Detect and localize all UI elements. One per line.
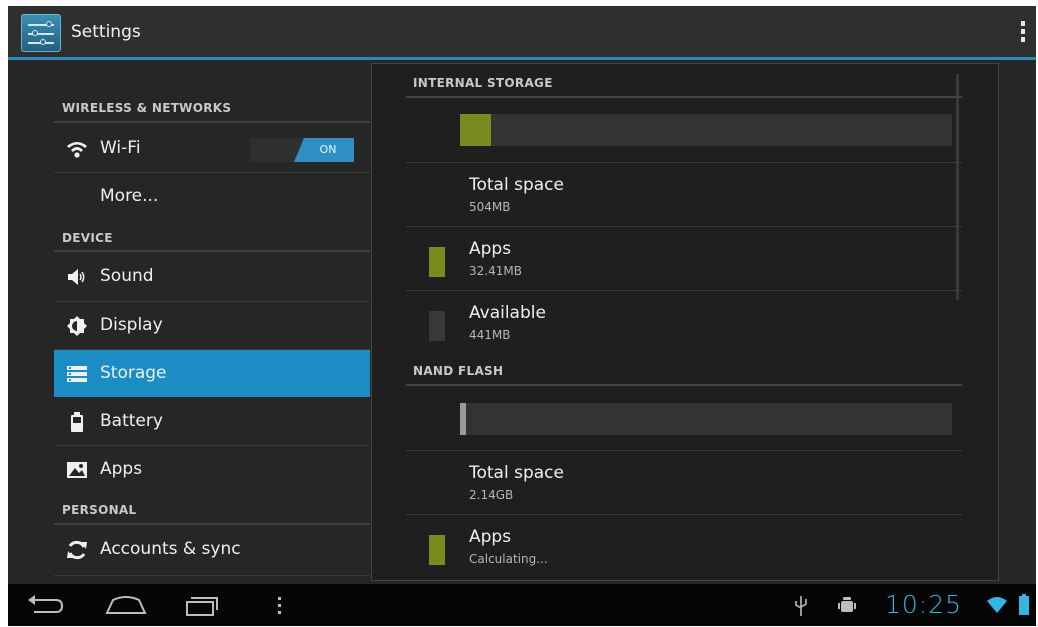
apps-color-swatch bbox=[429, 535, 445, 565]
nand-total-space-label: Total space bbox=[469, 463, 564, 483]
section-header-device: DEVICE bbox=[62, 231, 113, 245]
battery-status-icon bbox=[1019, 594, 1029, 615]
storage-icon bbox=[67, 366, 87, 382]
nand-flash-header: NAND FLASH bbox=[413, 364, 504, 378]
speaker-icon bbox=[68, 269, 85, 285]
accounts-label: Accounts & sync bbox=[100, 539, 241, 559]
wifi-toggle-state: ON bbox=[294, 138, 354, 162]
internal-apps-row[interactable]: Apps 32.41MB bbox=[406, 227, 962, 289]
recent-apps-icon[interactable] bbox=[184, 595, 218, 617]
nand-total-space-row[interactable]: Total space 2.14GB bbox=[406, 451, 962, 513]
section-header-wireless: WIRELESS & NETWORKS bbox=[62, 101, 232, 115]
usb-icon bbox=[795, 596, 807, 616]
settings-list: WIRELESS & NETWORKS Wi-Fi ON More... DEV… bbox=[8, 63, 370, 584]
wifi-toggle[interactable]: ON bbox=[250, 138, 354, 162]
nand-apps-value: Calculating... bbox=[469, 552, 548, 566]
system-navigation-bar: 10:25 bbox=[8, 584, 1036, 626]
back-icon[interactable] bbox=[26, 595, 66, 617]
nand-apps-row[interactable]: Apps Calculating... bbox=[406, 515, 962, 577]
battery-icon bbox=[71, 412, 83, 432]
internal-available-label: Available bbox=[469, 303, 546, 323]
section-header-personal: PERSONAL bbox=[62, 503, 137, 517]
action-bar: Settings bbox=[8, 6, 1036, 60]
brightness-icon bbox=[67, 316, 87, 336]
sync-icon bbox=[67, 540, 87, 560]
page-title: Settings bbox=[71, 22, 141, 42]
wifi-label: Wi-Fi bbox=[100, 138, 141, 158]
settings-item-sound[interactable]: Sound bbox=[54, 253, 370, 300]
internal-available-row[interactable]: Available 441MB bbox=[406, 291, 962, 353]
menu-icon[interactable] bbox=[277, 596, 283, 616]
internal-total-space-label: Total space bbox=[469, 175, 564, 195]
settings-item-accounts[interactable]: Accounts & sync bbox=[54, 526, 370, 573]
nand-storage-usage-fill bbox=[460, 403, 466, 435]
internal-apps-value: 32.41MB bbox=[469, 264, 522, 278]
divider bbox=[54, 121, 370, 123]
divider bbox=[54, 250, 370, 252]
settings-item-display[interactable]: Display bbox=[54, 302, 370, 349]
nand-apps-label: Apps bbox=[469, 527, 512, 547]
overflow-menu-icon[interactable] bbox=[1016, 21, 1030, 47]
sound-label: Sound bbox=[100, 266, 154, 286]
nand-total-space-value: 2.14GB bbox=[469, 488, 514, 502]
divider bbox=[54, 523, 370, 525]
wifi-signal-icon bbox=[987, 597, 1007, 613]
divider bbox=[406, 96, 962, 98]
storage-details-pane[interactable]: INTERNAL STORAGE Total space 504MB Apps … bbox=[371, 63, 999, 581]
available-color-swatch bbox=[429, 311, 445, 341]
wifi-icon bbox=[67, 142, 87, 158]
settings-item-apps[interactable]: Apps bbox=[54, 446, 370, 493]
internal-storage-usage-bar bbox=[460, 114, 952, 146]
internal-apps-label: Apps bbox=[469, 239, 512, 259]
internal-storage-header: INTERNAL STORAGE bbox=[413, 76, 553, 90]
settings-item-more[interactable]: More... bbox=[54, 173, 370, 220]
storage-label: Storage bbox=[100, 363, 167, 383]
battery-label: Battery bbox=[100, 411, 163, 431]
internal-available-value: 441MB bbox=[469, 328, 511, 342]
usb-debugging-icon bbox=[838, 597, 856, 612]
settings-item-battery[interactable]: Battery bbox=[54, 398, 370, 445]
apps-label: Apps bbox=[100, 459, 143, 479]
internal-total-space-row[interactable]: Total space 504MB bbox=[406, 163, 962, 225]
apps-icon bbox=[67, 462, 87, 478]
internal-total-space-value: 504MB bbox=[469, 200, 511, 214]
more-label: More... bbox=[100, 186, 159, 206]
internal-storage-usage-fill bbox=[460, 114, 492, 146]
settings-item-wifi[interactable]: Wi-Fi ON bbox=[54, 125, 370, 172]
display-label: Display bbox=[100, 315, 163, 335]
settings-sliders-icon[interactable] bbox=[21, 14, 61, 52]
apps-color-swatch bbox=[429, 247, 445, 277]
divider bbox=[54, 575, 370, 576]
nand-storage-usage-bar bbox=[460, 403, 952, 435]
tablet-screen: Settings WIRELESS & NETWORKS Wi-Fi ON Mo… bbox=[8, 6, 1036, 626]
status-clock: 10:25 bbox=[885, 590, 963, 619]
settings-item-storage[interactable]: Storage bbox=[54, 350, 370, 397]
home-icon[interactable] bbox=[105, 594, 147, 616]
divider bbox=[406, 384, 962, 386]
